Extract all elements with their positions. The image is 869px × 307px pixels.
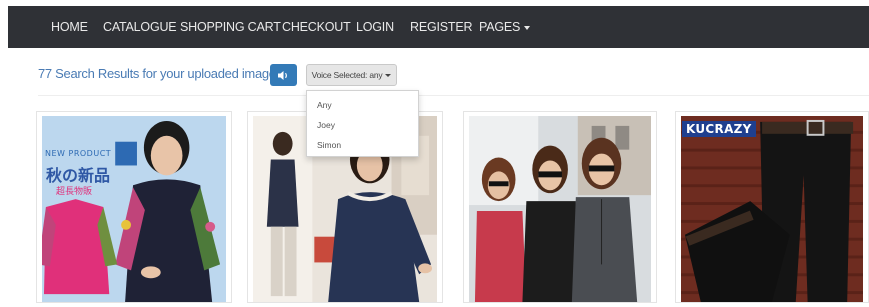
nav-login[interactable]: LOGIN [356,6,394,48]
voice-option-simon[interactable]: Simon [307,135,418,155]
volume-icon [278,70,287,80]
product-card[interactable]: KUCRAZY [675,111,869,303]
voice-select-label: Voice Selected: any [311,70,383,80]
product-image: NEW PRODUCT 秋の新品 超長物販 [42,116,226,302]
voice-options-menu: Any Joey Simon [306,90,419,157]
search-results-count: 77 Search Results for your uploaded imag… [38,66,276,81]
product-image [469,116,651,302]
voice-play-button[interactable] [270,64,297,86]
voice-select-dropdown[interactable]: Voice Selected: any [306,64,397,86]
product-badge-text: NEW PRODUCT [45,149,112,158]
product-title-text: 秋の新品 [46,166,111,185]
chevron-down-icon [524,25,531,30]
chevron-down-icon [385,74,392,78]
product-card[interactable]: NEW PRODUCT 秋の新品 超長物販 [36,111,232,303]
nav-checkout[interactable]: CHECKOUT [282,6,351,48]
voice-option-joey[interactable]: Joey [307,115,418,135]
product-subtitle-text: 超長物販 [56,187,93,197]
nav-shopping-cart[interactable]: SHOPPING CART [180,6,281,48]
nav-register[interactable]: REGISTER [410,6,473,48]
product-image: KUCRAZY [681,116,863,302]
nav-home[interactable]: HOME [51,6,88,48]
nav-pages[interactable]: PAGES [479,6,531,48]
nav-pages-label: PAGES [479,20,521,34]
voice-option-any[interactable]: Any [307,95,418,115]
nav-catalogue[interactable]: CATALOGUE [103,6,177,48]
product-card[interactable] [463,111,657,303]
product-brand-text: KUCRAZY [682,121,756,137]
top-navbar: HOME CATALOGUE SHOPPING CART CHECKOUT LO… [8,6,869,48]
section-divider [38,95,869,96]
